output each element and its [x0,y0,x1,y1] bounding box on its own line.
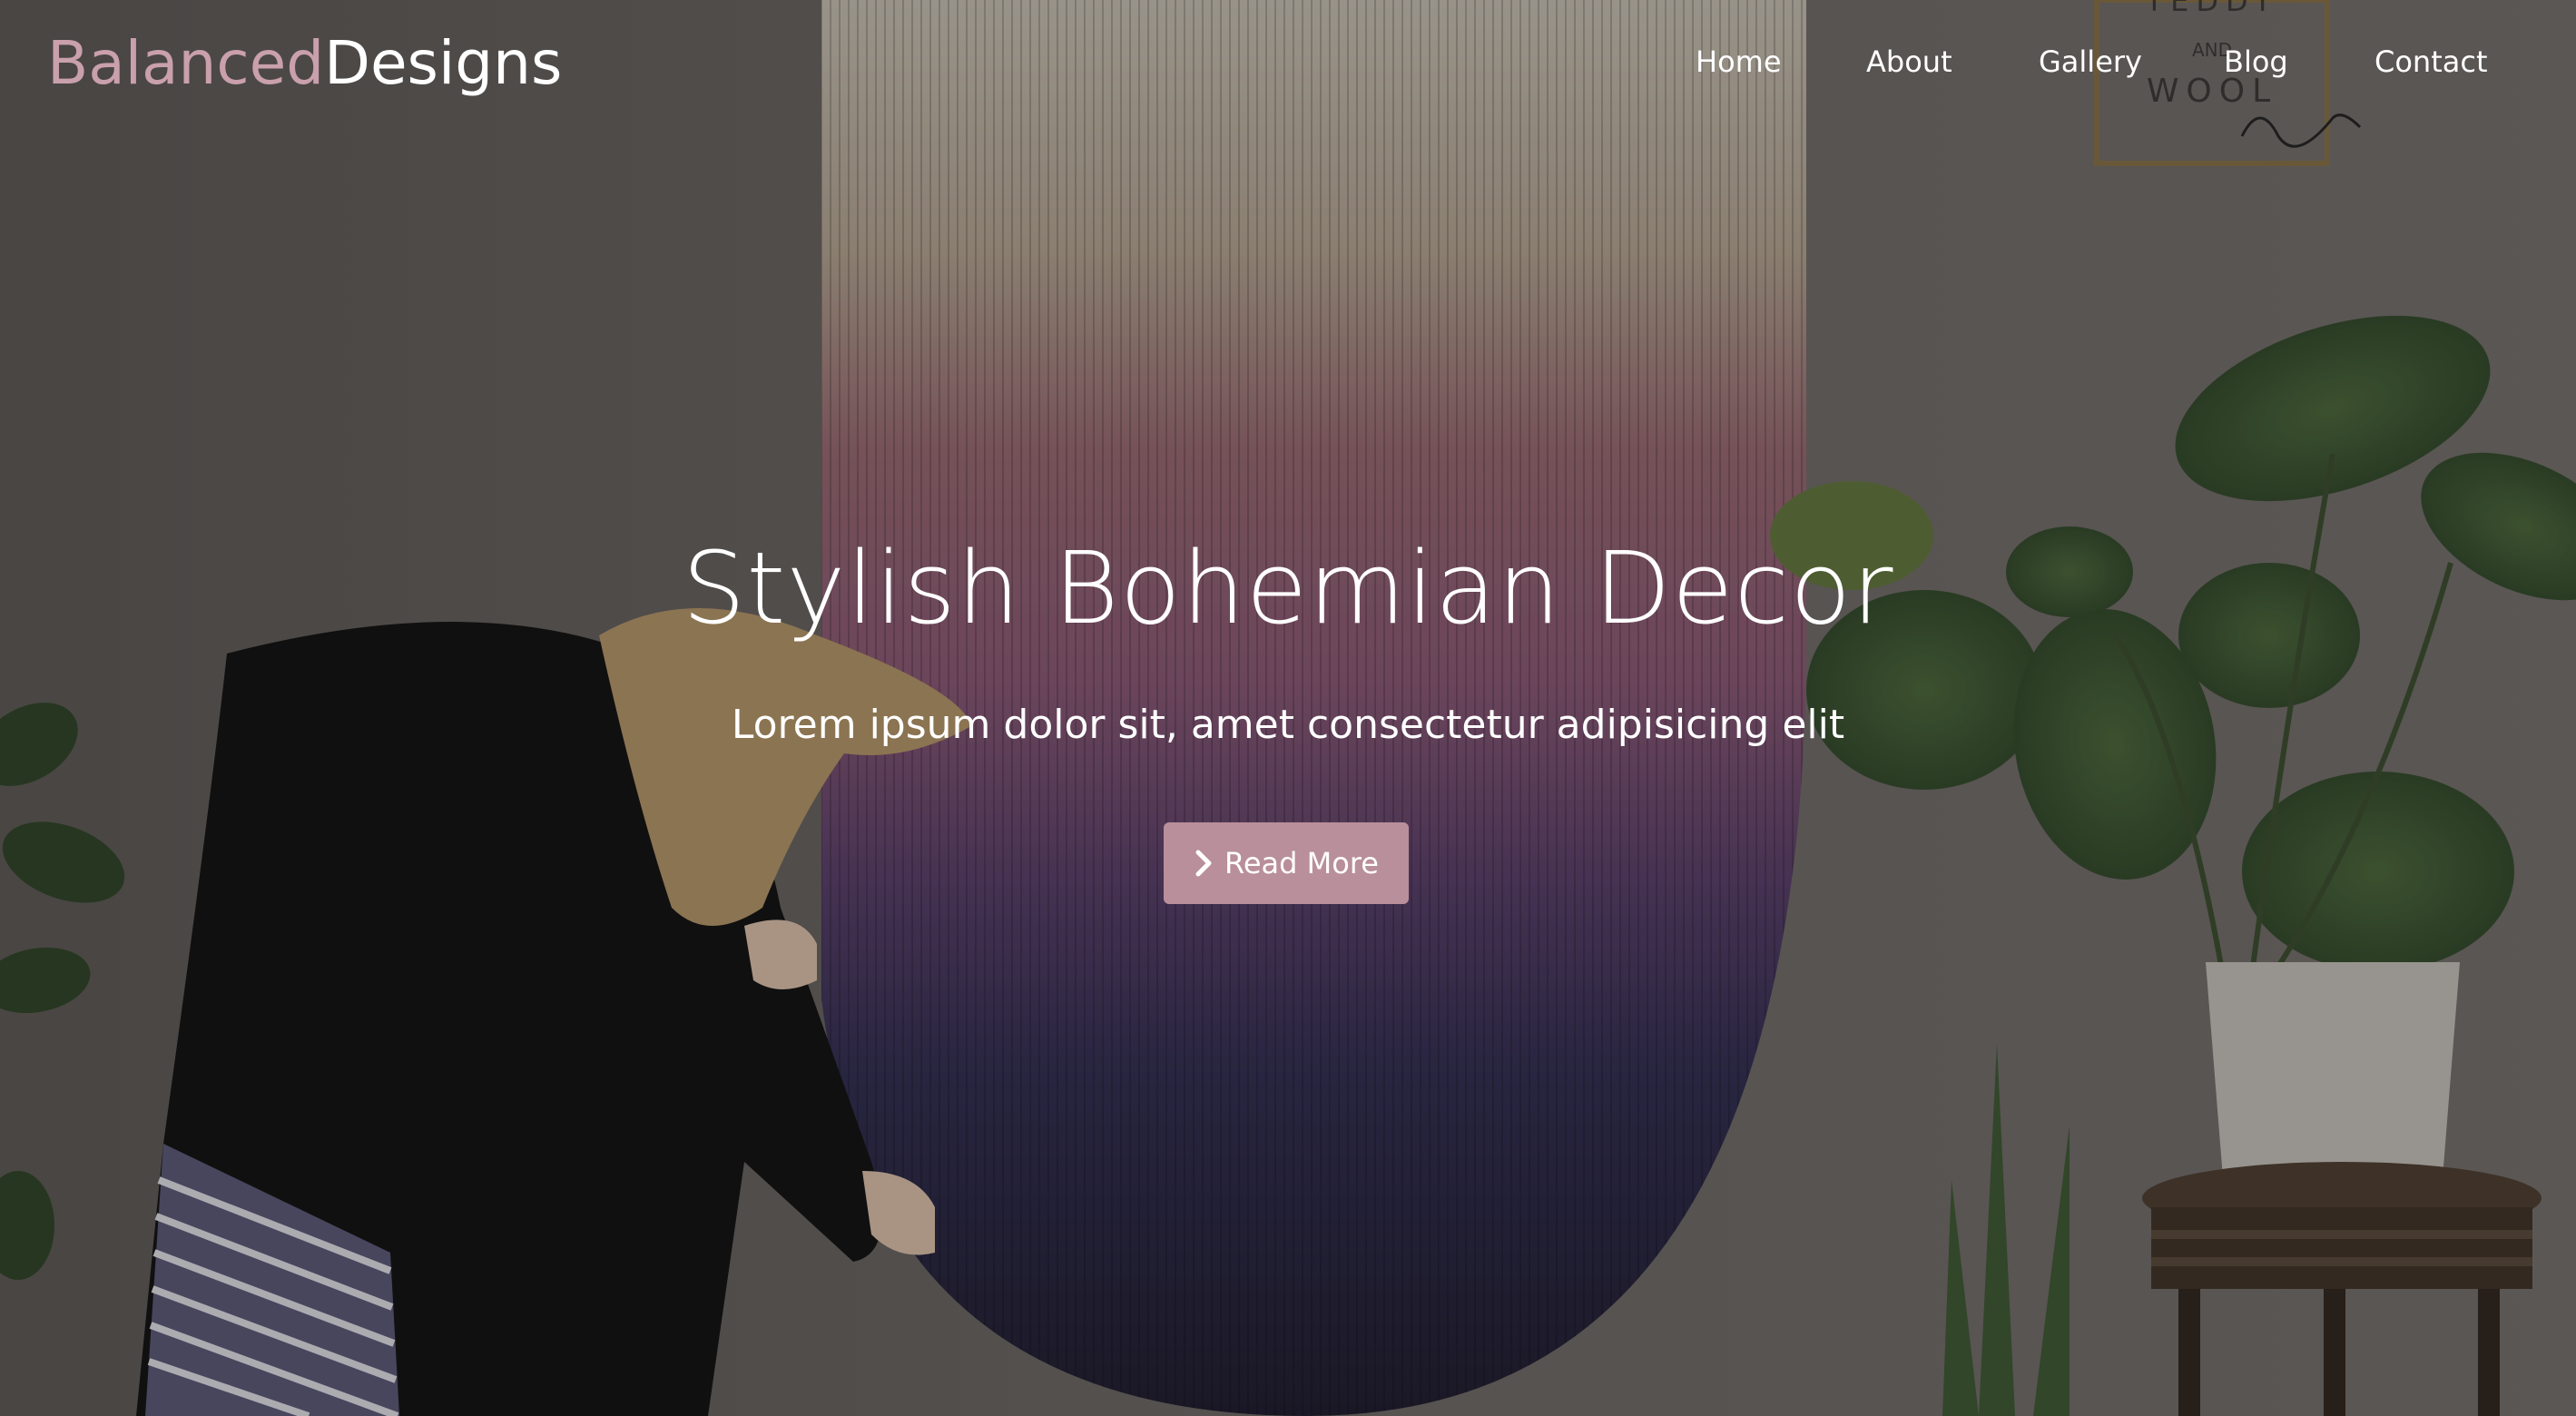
nav-link-about[interactable]: About [1866,40,1952,84]
navbar: BalancedDesigns Home About Gallery Blog … [0,0,2576,127]
nav-link-gallery[interactable]: Gallery [2039,40,2142,84]
brand-logo-part2: Designs [324,28,563,98]
read-more-label: Read More [1224,846,1379,880]
chevron-right-icon [1195,850,1212,877]
brand-logo-part1: Balanced [47,28,325,98]
brand-logo[interactable]: BalancedDesigns [47,25,562,102]
hero-title: Stylish Bohemian Decor [682,530,1894,646]
nav-link-blog[interactable]: Blog [2224,40,2288,84]
hero-subtitle: Lorem ipsum dolor sit, amet consectetur … [731,702,1845,748]
nav-link-contact[interactable]: Contact [2374,40,2488,84]
hero-section: WOOL TEDDY AND BalancedDesigns Home Abou… [0,0,2576,1416]
read-more-button[interactable]: Read More [1164,822,1409,904]
nav-link-home[interactable]: Home [1696,40,1782,84]
